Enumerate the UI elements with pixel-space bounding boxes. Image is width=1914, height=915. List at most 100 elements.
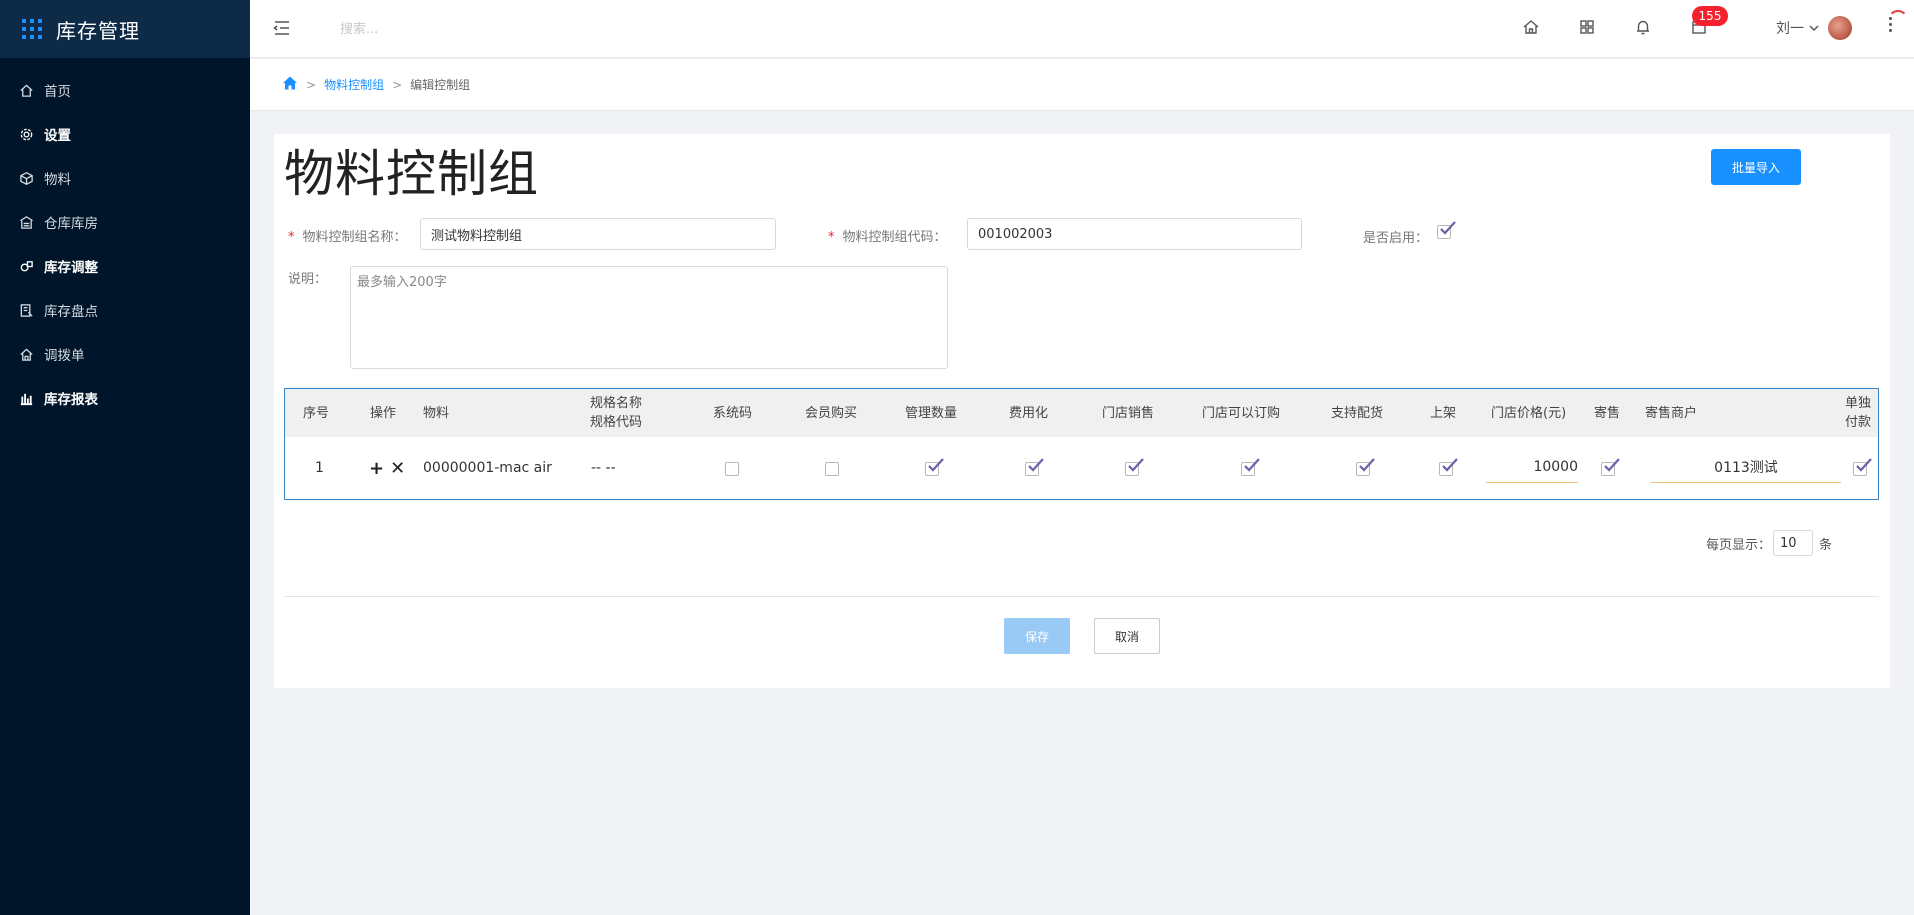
- required-mark: *: [828, 230, 835, 245]
- col-expense: 费用化: [1009, 405, 1049, 421]
- add-row-icon[interactable]: +: [369, 458, 384, 479]
- cancel-button[interactable]: 取消: [1094, 618, 1160, 654]
- page-size-input[interactable]: [1773, 530, 1814, 556]
- breadcrumb-separator: >: [306, 77, 317, 92]
- material-table: 序号 操作 物料 规格名称 规格代码 系统码 会员购买 管理数量 费用化 门店销…: [284, 388, 1879, 500]
- chevron-down-icon: [1808, 22, 1820, 34]
- enabled-checkbox[interactable]: [1437, 221, 1456, 239]
- sidebar-menu: 首页 设置 物料 仓库库房 库存调整 库存盘点 调拨单 库存报表: [0, 68, 250, 420]
- manage-qty-checkbox[interactable]: [925, 437, 944, 499]
- col-store-order: 门店可以订购: [1202, 405, 1281, 421]
- table-header: 序号 操作 物料 规格名称 规格代码 系统码 会员购买 管理数量 费用化 门店销…: [285, 389, 1878, 437]
- sidebar-item-warehouse[interactable]: 仓库库房: [0, 200, 250, 244]
- loading-spinner-icon: [1888, 10, 1908, 30]
- col-consign-merchant: 寄售商户: [1645, 405, 1698, 421]
- col-system-code: 系统码: [713, 405, 753, 421]
- page-title: 物料控制组: [284, 145, 539, 203]
- col-separate-pay-line1: 单独: [1845, 396, 1872, 411]
- sidebar-item-stock-report[interactable]: 库存报表: [0, 376, 250, 420]
- page-size-label: 每页显示：: [1706, 537, 1772, 553]
- consign-checkbox[interactable]: [1601, 437, 1620, 499]
- sidebar-item-label: 调拨单: [44, 348, 85, 364]
- sidebar-item-label: 库存报表: [44, 392, 98, 408]
- shelf-checkbox[interactable]: [1439, 437, 1458, 499]
- inventory-icon: [18, 302, 34, 318]
- apps-icon[interactable]: [1578, 18, 1596, 36]
- save-button[interactable]: 保存: [1004, 618, 1070, 654]
- col-store-price: 门店价格(元): [1491, 405, 1567, 421]
- sidebar-item-label: 设置: [44, 128, 71, 144]
- row-spec: -- --: [591, 460, 616, 476]
- sidebar-item-label: 物料: [44, 172, 71, 188]
- name-field-label: * 物料控制组名称：: [288, 226, 407, 245]
- description-textarea[interactable]: [350, 266, 948, 369]
- description-label: 说明：: [288, 272, 328, 287]
- separate-pay-checkbox[interactable]: [1853, 437, 1872, 499]
- col-separate-pay-line2: 付款: [1845, 415, 1872, 430]
- sidebar-item-stock-adjust[interactable]: 库存调整: [0, 244, 250, 288]
- home-icon[interactable]: [1522, 18, 1540, 36]
- sidebar-item-transfer[interactable]: 调拨单: [0, 332, 250, 376]
- breadcrumb-home-icon[interactable]: [282, 75, 298, 94]
- col-spec-code: 规格代码: [590, 415, 643, 430]
- sidebar-item-label: 仓库库房: [44, 216, 98, 232]
- col-spec-name: 规格名称: [590, 396, 643, 411]
- app-title: 库存管理: [56, 18, 140, 43]
- user-name: 刘一: [1776, 21, 1804, 37]
- page-size-control: 每页显示： 条: [1706, 530, 1832, 556]
- adjust-icon: [18, 258, 34, 274]
- store-sale-checkbox[interactable]: [1125, 437, 1144, 499]
- home-icon: [18, 82, 34, 98]
- search-input[interactable]: [340, 16, 640, 42]
- sidebar: 库存管理 首页 设置 物料 仓库库房 库存调整 库存盘点 调拨单 库存报表: [0, 0, 250, 915]
- bar-chart-icon: [18, 390, 34, 406]
- page-size-unit: 条: [1819, 537, 1833, 553]
- sidebar-item-material[interactable]: 物料: [0, 156, 250, 200]
- sidebar-item-label: 首页: [44, 84, 71, 100]
- code-field-label: * 物料控制组代码：: [828, 226, 947, 245]
- user-menu[interactable]: 刘一: [1776, 16, 1852, 40]
- breadcrumb-current: 编辑控制组: [410, 78, 471, 92]
- top-header: 155 刘一: [250, 0, 1914, 58]
- sidebar-item-label: 库存盘点: [44, 304, 98, 320]
- support-distribution-checkbox[interactable]: [1356, 437, 1375, 499]
- group-name-input[interactable]: [420, 218, 776, 250]
- col-manage-qty: 管理数量: [905, 405, 958, 421]
- expense-checkbox[interactable]: [1025, 437, 1044, 499]
- name-label-text: 物料控制组名称：: [302, 230, 407, 245]
- apps-grid-icon: [22, 19, 42, 39]
- col-consign: 寄售: [1594, 405, 1621, 421]
- sidebar-item-settings[interactable]: 设置: [0, 112, 250, 156]
- breadcrumb-separator: >: [392, 77, 403, 92]
- col-support-distribution: 支持配货: [1331, 405, 1384, 421]
- sidebar-item-label: 库存调整: [44, 260, 98, 276]
- consign-merchant-input[interactable]: [1651, 451, 1841, 483]
- sidebar-item-home[interactable]: 首页: [0, 68, 250, 112]
- member-purchase-checkbox[interactable]: [825, 437, 841, 499]
- breadcrumb-link[interactable]: 物料控制组: [324, 76, 384, 93]
- code-label-text: 物料控制组代码：: [842, 230, 947, 245]
- sidebar-item-stock-count[interactable]: 库存盘点: [0, 288, 250, 332]
- col-separate-pay: 单独 付款: [1845, 389, 1871, 437]
- divider: [284, 596, 1879, 597]
- system-code-checkbox[interactable]: [725, 437, 741, 499]
- enabled-label: 是否启用：: [1363, 231, 1429, 246]
- bell-icon[interactable]: [1634, 18, 1652, 36]
- menu-collapse-icon[interactable]: [272, 18, 292, 38]
- delete-row-icon[interactable]: ✕: [390, 458, 405, 479]
- store-order-checkbox[interactable]: [1241, 437, 1260, 499]
- avatar[interactable]: [1828, 16, 1852, 40]
- table-row: 1 + ✕ 00000001-mac air -- --: [285, 437, 1878, 499]
- row-operations: + ✕: [369, 437, 411, 499]
- warehouse-icon: [18, 214, 34, 230]
- batch-import-button[interactable]: 批量导入: [1711, 149, 1801, 185]
- col-operation: 操作: [370, 405, 397, 421]
- content-card: 物料控制组 批量导入 * 物料控制组名称： * 物料控制组代码： 是否启用： 说明：…: [274, 134, 1890, 688]
- required-mark: *: [288, 230, 295, 245]
- col-material: 物料: [423, 405, 450, 421]
- col-spec: 规格名称 规格代码: [590, 389, 642, 437]
- notification-badge: 155: [1692, 6, 1728, 26]
- store-price-input[interactable]: [1486, 451, 1578, 483]
- row-index: 1: [315, 460, 324, 476]
- group-code-input[interactable]: [967, 218, 1302, 250]
